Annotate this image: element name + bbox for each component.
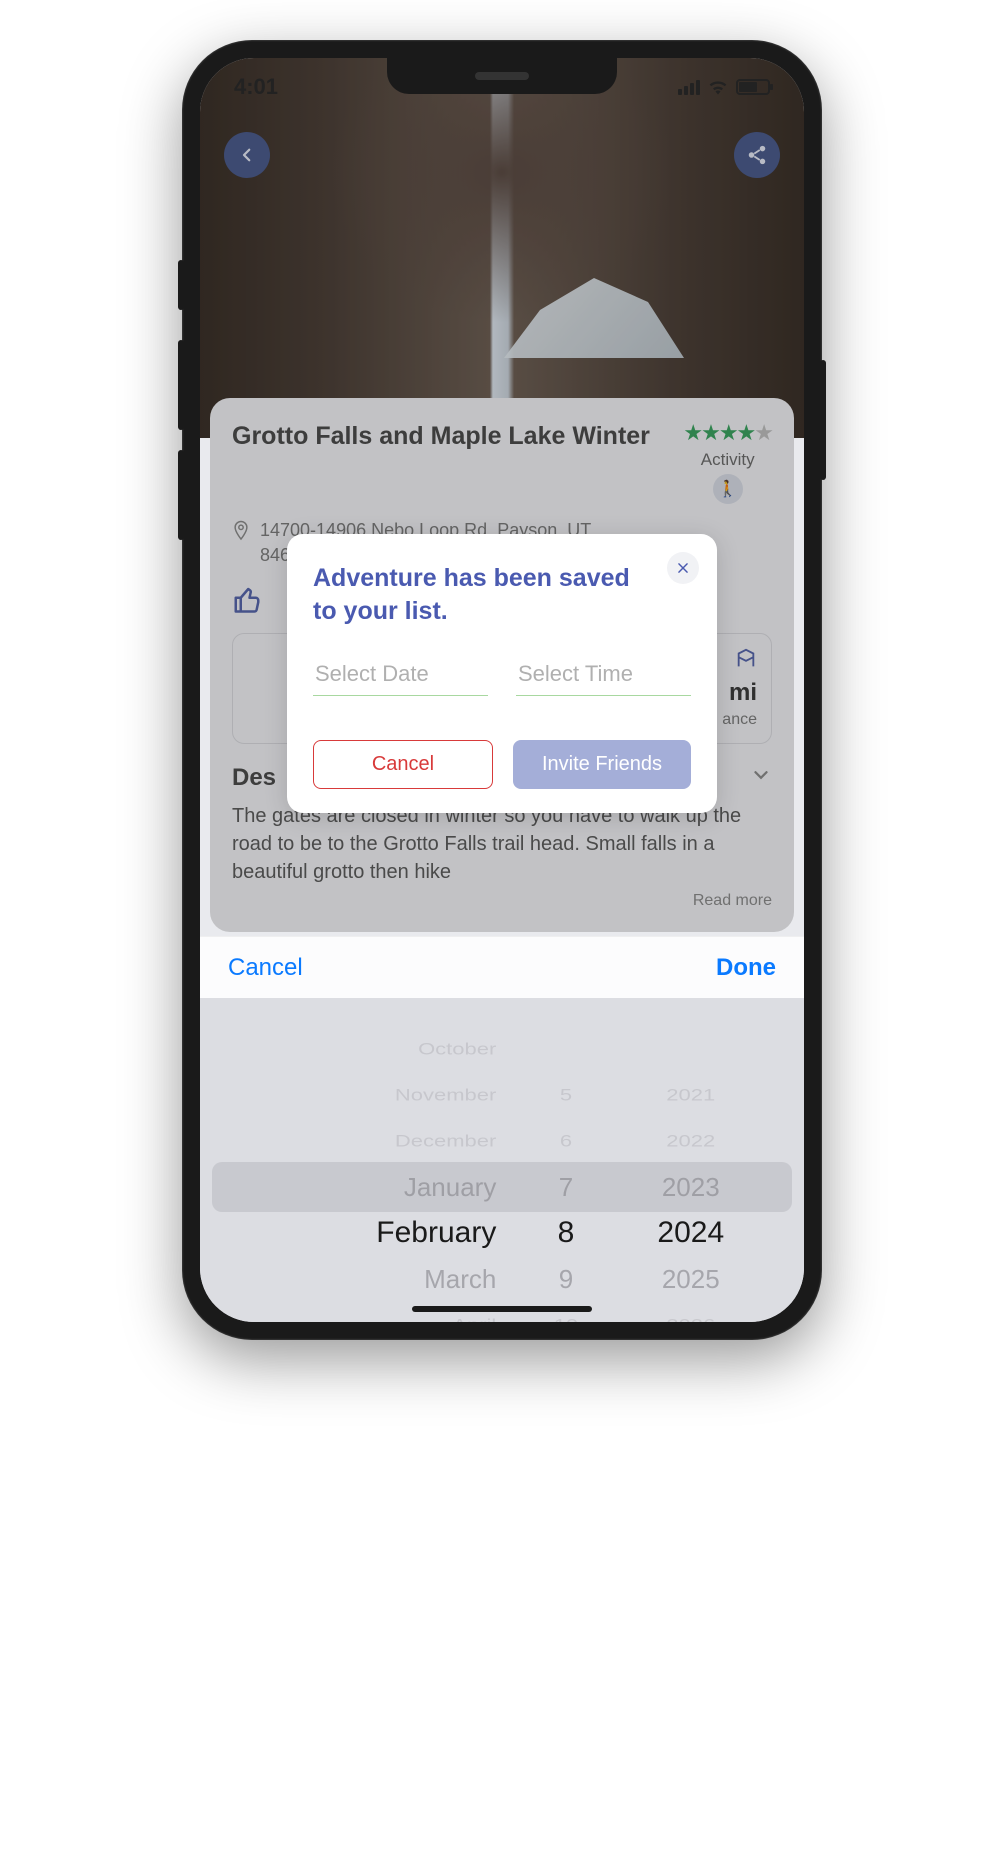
picker-option[interactable]: 2023 — [608, 1164, 774, 1210]
home-indicator — [412, 1306, 592, 1312]
picker-option[interactable]: 2021 — [608, 1078, 774, 1113]
picker-option[interactable]: 2026 — [608, 1308, 774, 1322]
battery-icon — [736, 79, 770, 95]
activity-label: Activity — [683, 450, 772, 470]
hiking-icon: 🚶 — [713, 474, 743, 504]
picker-option[interactable]: 7 — [524, 1164, 607, 1210]
picker-option[interactable]: 9 — [524, 1256, 607, 1302]
distance-icon — [735, 648, 757, 670]
picker-option[interactable]: 8 — [524, 1210, 607, 1256]
description-heading-partial: Des — [232, 764, 276, 792]
picker-option[interactable]: October — [230, 1032, 496, 1067]
day-wheel[interactable]: 56789101112 — [524, 998, 607, 1322]
close-icon — [676, 561, 690, 575]
month-wheel[interactable]: October November December JanuaryFebruaryMa… — [230, 998, 524, 1322]
back-button[interactable] — [224, 132, 270, 178]
modal-cancel-button[interactable]: Cancel — [313, 740, 493, 789]
save-confirmation-modal: Adventure has been saved to your list. S… — [287, 534, 717, 813]
picker-option[interactable]: November — [230, 1078, 496, 1113]
chevron-down-icon[interactable] — [750, 764, 772, 792]
picker-option[interactable] — [524, 1032, 607, 1067]
read-more-link[interactable]: Read more — [232, 892, 772, 910]
share-button[interactable] — [734, 132, 780, 178]
picker-option[interactable]: December — [230, 1124, 496, 1159]
picker-option[interactable] — [608, 1032, 774, 1067]
adventure-title: Grotto Falls and Maple Lake Winter — [232, 420, 673, 453]
picker-option[interactable]: 2024 — [608, 1210, 774, 1256]
date-picker[interactable]: October November December JanuaryFebruaryMa… — [200, 998, 804, 1322]
share-icon — [746, 144, 768, 166]
picker-option[interactable]: February — [230, 1210, 496, 1256]
picker-option[interactable]: 6 — [524, 1124, 607, 1159]
location-pin-icon — [232, 520, 250, 548]
picker-option[interactable]: 2022 — [608, 1124, 774, 1159]
invite-friends-button[interactable]: Invite Friends — [513, 740, 691, 789]
picker-option[interactable]: 5 — [524, 1078, 607, 1113]
description-body: The gates are closed in winter so you ha… — [232, 802, 772, 886]
picker-toolbar: Cancel Done — [200, 936, 804, 998]
modal-title: Adventure has been saved to your list. — [313, 562, 691, 627]
status-icons — [678, 79, 770, 95]
chevron-left-icon — [238, 146, 256, 164]
wifi-icon — [708, 79, 728, 95]
picker-option[interactable]: January — [230, 1164, 496, 1210]
modal-close-button[interactable] — [667, 552, 699, 584]
status-time: 4:01 — [234, 74, 278, 100]
rating-stars: ★★★★★ — [683, 420, 772, 446]
select-date-input[interactable]: Select Date — [313, 657, 488, 696]
picker-cancel-button[interactable]: Cancel — [228, 954, 303, 982]
picker-done-button[interactable]: Done — [716, 954, 776, 982]
year-wheel[interactable]: 20212022202320242025202620272028 — [608, 998, 774, 1322]
cellular-icon — [678, 79, 700, 95]
picker-option[interactable]: March — [230, 1256, 496, 1302]
select-time-input[interactable]: Select Time — [516, 657, 691, 696]
picker-option[interactable]: 2025 — [608, 1256, 774, 1302]
